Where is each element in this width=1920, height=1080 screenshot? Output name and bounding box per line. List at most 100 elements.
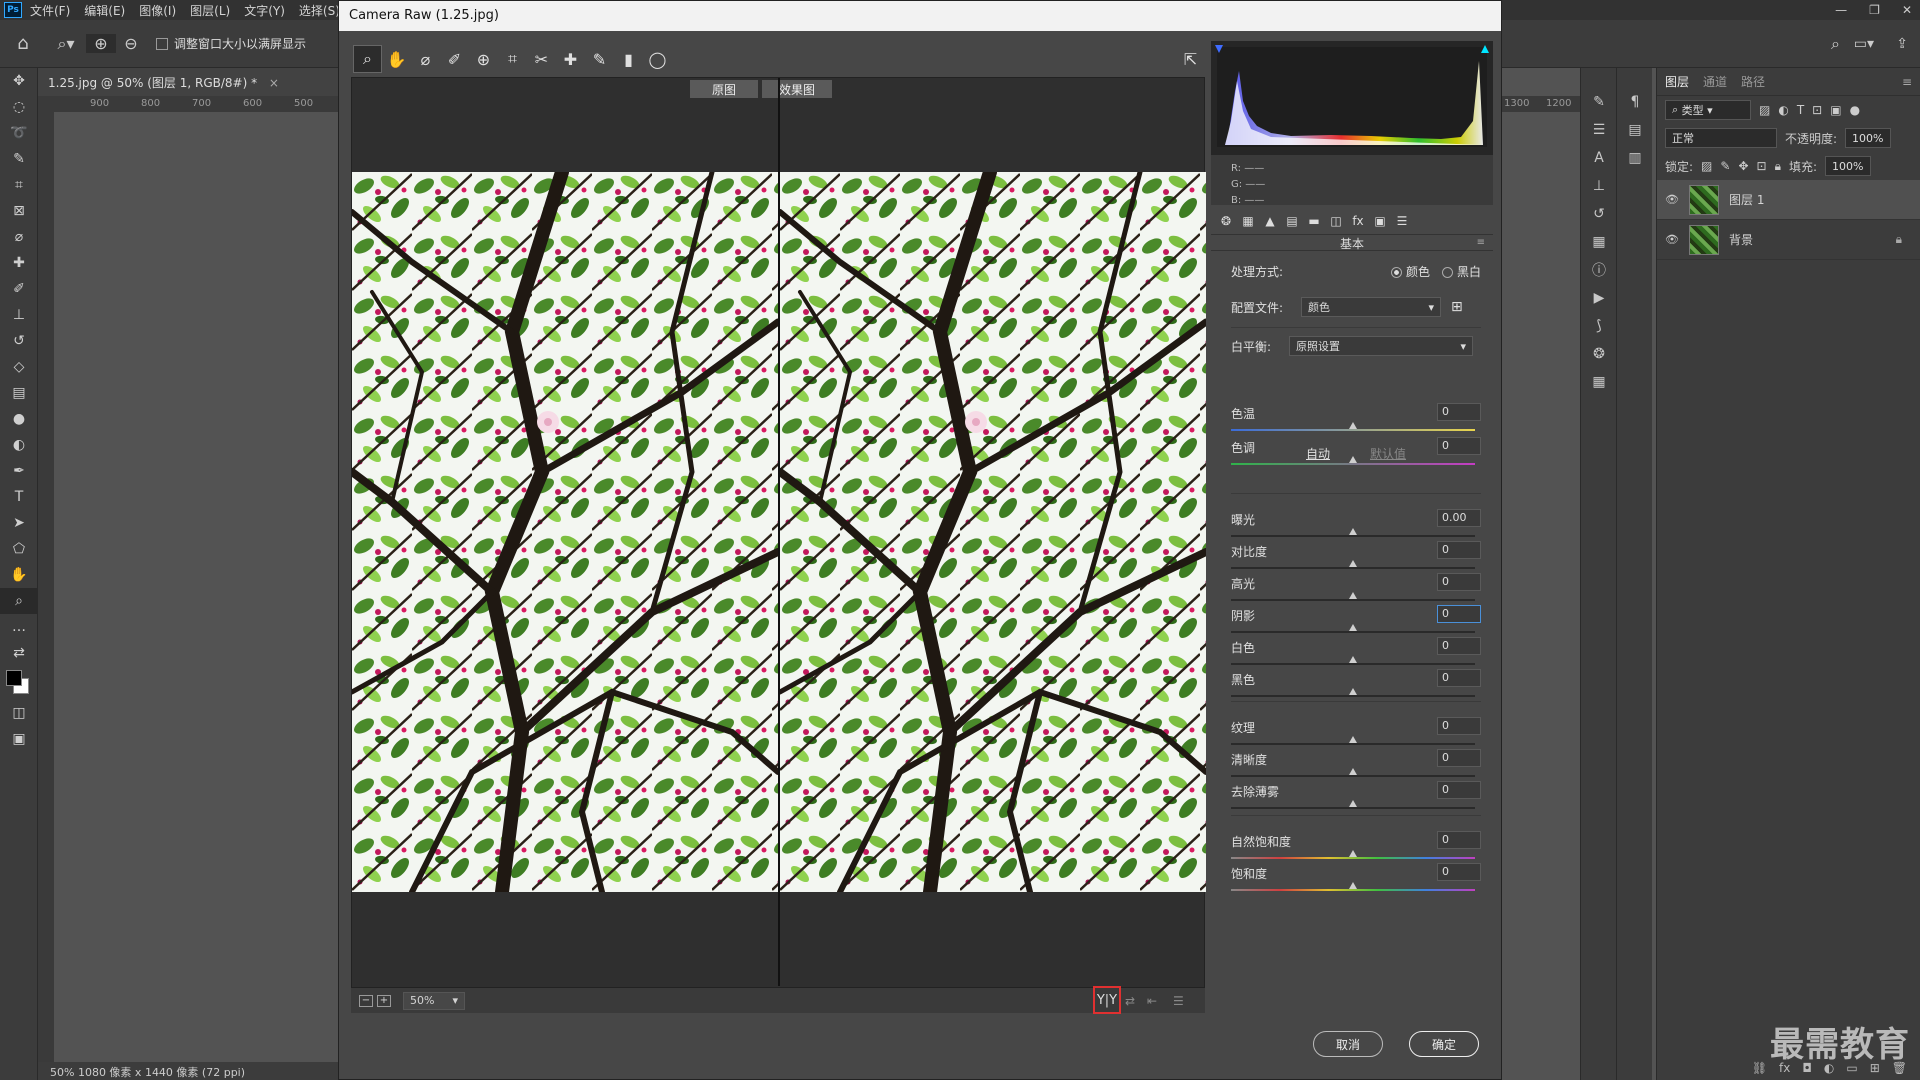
slider-thumb[interactable] <box>1349 882 1357 889</box>
zoom-out-button[interactable]: − <box>359 994 373 1007</box>
slider-value-input[interactable]: 0 <box>1437 403 1481 421</box>
slider-value-input[interactable]: 0 <box>1437 863 1481 881</box>
workspace-icon[interactable]: ▭▾ <box>1854 36 1874 52</box>
quick-mask-icon[interactable]: ◫ <box>0 700 38 726</box>
slider-track[interactable] <box>1231 599 1475 601</box>
lock-pixels-icon[interactable]: ✎ <box>1720 159 1730 173</box>
split-toning-tab-icon[interactable]: ▬ <box>1305 212 1323 230</box>
panel-menu-icon[interactable]: ≡ <box>1477 237 1485 248</box>
treatment-color-radio[interactable]: 颜色 <box>1390 263 1430 280</box>
lock-all-icon[interactable]: 🔒︎ <box>1775 159 1781 174</box>
blur-tool-icon[interactable]: ● <box>0 406 38 432</box>
visibility-eye-icon[interactable]: 👁︎ <box>1665 233 1681 246</box>
menu-select[interactable]: 选择(S) <box>299 2 340 19</box>
slider-thumb[interactable] <box>1349 736 1357 743</box>
slider-thumb[interactable] <box>1349 560 1357 567</box>
profile-browser-icon[interactable]: ⊞ <box>1451 299 1463 315</box>
zoom-in-icon[interactable]: ⊕ <box>86 34 116 53</box>
layer-filter-select[interactable]: ⌕ 类型 ▾ <box>1665 100 1751 120</box>
slider-thumb[interactable] <box>1349 422 1357 429</box>
slider-value-input[interactable]: 0 <box>1437 831 1481 849</box>
white-balance-select[interactable]: 原照设置 ▾ <box>1289 336 1473 356</box>
slider-track[interactable] <box>1231 463 1475 465</box>
slider-value-input[interactable]: 0 <box>1437 717 1481 735</box>
slider-value-input[interactable]: 0 <box>1437 637 1481 655</box>
slider-track[interactable] <box>1231 775 1475 777</box>
info-icon[interactable]: ⓘ <box>1581 256 1617 284</box>
tab-paths[interactable]: 路径 <box>1741 73 1765 90</box>
filter-smart-icon[interactable]: ▣ <box>1830 103 1841 117</box>
slider-thumb[interactable] <box>1349 656 1357 663</box>
opacity-input[interactable]: 100% <box>1845 128 1892 148</box>
slider-track[interactable] <box>1231 857 1475 859</box>
home-icon[interactable]: ⌂ <box>0 33 46 54</box>
minimize-icon[interactable]: — <box>1835 3 1847 17</box>
pen-tool-icon[interactable]: ✒ <box>0 458 38 484</box>
quick-select-tool-icon[interactable]: ✎ <box>0 146 38 172</box>
foreground-color-swatch[interactable] <box>6 670 22 686</box>
before-after-view-button[interactable]: Y|Y <box>1093 986 1121 1014</box>
default-button[interactable]: 默认值 <box>1370 445 1406 462</box>
history-brush-icon[interactable]: ↺ <box>0 328 38 354</box>
adjustment-brush-icon[interactable]: ✎ <box>585 45 614 73</box>
slider-value-input[interactable]: 0 <box>1437 749 1481 767</box>
graduated-filter-icon[interactable]: ▮ <box>614 45 643 73</box>
resize-windows-checkbox[interactable] <box>156 37 168 50</box>
frame-tool-icon[interactable]: ⊠ <box>0 198 38 224</box>
clone-source-icon[interactable]: ⊥ <box>1581 172 1617 200</box>
open-preferences-icon[interactable]: ⇱ <box>1176 45 1205 73</box>
detail-tab-icon[interactable]: ▲ <box>1261 212 1279 230</box>
menu-image[interactable]: 图像(I) <box>139 2 176 19</box>
slider-track[interactable] <box>1231 535 1475 537</box>
table-icon[interactable]: ▦ <box>1581 368 1617 396</box>
calibration-tab-icon[interactable]: ▣ <box>1371 212 1389 230</box>
shape-tool-icon[interactable]: ⬠ <box>0 536 38 562</box>
search-icon[interactable]: ⌕ <box>1831 34 1840 54</box>
type-tool-icon[interactable]: T <box>0 484 38 510</box>
swap-before-after-icon[interactable]: ⇄ <box>1125 994 1135 1008</box>
filter-pixel-icon[interactable]: ▨ <box>1759 103 1770 117</box>
path-select-tool-icon[interactable]: ➤ <box>0 510 38 536</box>
zoom-in-button[interactable]: + <box>377 994 391 1007</box>
slider-thumb[interactable] <box>1349 624 1357 631</box>
history-icon[interactable]: ↺ <box>1581 200 1617 228</box>
zoom-out-icon[interactable]: ⊖ <box>116 34 146 53</box>
cancel-button[interactable]: 取消 <box>1313 1031 1383 1057</box>
libraries-icon[interactable]: ▦ <box>1581 228 1617 256</box>
3d-icon[interactable]: ❂ <box>1581 340 1617 368</box>
visibility-eye-icon[interactable]: 👁︎ <box>1665 193 1681 206</box>
paths-icon[interactable]: ⟆ <box>1581 312 1617 340</box>
filter-type-icon[interactable]: T <box>1797 103 1804 117</box>
profile-select[interactable]: 颜色 ▾ <box>1301 297 1441 317</box>
slider-thumb[interactable] <box>1349 850 1357 857</box>
color-swatches[interactable] <box>0 666 38 700</box>
slider-value-input[interactable]: 0 <box>1437 573 1481 591</box>
slider-track[interactable] <box>1231 743 1475 745</box>
copy-settings-icon[interactable]: ⇤ <box>1147 994 1157 1008</box>
actions-icon[interactable]: ▶ <box>1581 284 1617 312</box>
slider-value-input[interactable]: 0.00 <box>1437 509 1481 527</box>
blend-mode-select[interactable]: 正常 <box>1665 128 1777 148</box>
eraser-tool-icon[interactable]: ◇ <box>0 354 38 380</box>
slider-track[interactable] <box>1231 663 1475 665</box>
menu-file[interactable]: 文件(F) <box>30 2 70 19</box>
toggle-settings-icon[interactable]: ☰ <box>1173 994 1184 1008</box>
fill-input[interactable]: 100% <box>1825 156 1872 176</box>
color-sampler-tool-icon[interactable]: ✐ <box>440 45 469 73</box>
slider-track[interactable] <box>1231 429 1475 431</box>
move-tool-icon[interactable]: ✥ <box>0 68 38 94</box>
treatment-bw-radio[interactable]: 黑白 <box>1441 263 1481 280</box>
red-eye-tool-icon[interactable]: ✚ <box>556 45 585 73</box>
tone-curve-tab-icon[interactable]: ▦ <box>1239 212 1257 230</box>
tab-channels[interactable]: 通道 <box>1703 73 1727 90</box>
screen-mode-icon[interactable]: ▣ <box>0 726 38 752</box>
stamp-tool-icon[interactable]: ⊥ <box>0 302 38 328</box>
lock-position-icon[interactable]: ✥ <box>1738 159 1748 173</box>
adjustments-icon[interactable]: ☰ <box>1581 116 1617 144</box>
filter-adjust-icon[interactable]: ◐ <box>1778 103 1788 117</box>
marquee-tool-icon[interactable]: ◌ <box>0 94 38 120</box>
close-tab-icon[interactable]: × <box>269 76 279 90</box>
zoom-tool-icon[interactable]: ⌕ <box>0 588 38 614</box>
effects-tab-icon[interactable]: fx <box>1349 212 1367 230</box>
tab-layers[interactable]: 图层 <box>1665 73 1689 90</box>
